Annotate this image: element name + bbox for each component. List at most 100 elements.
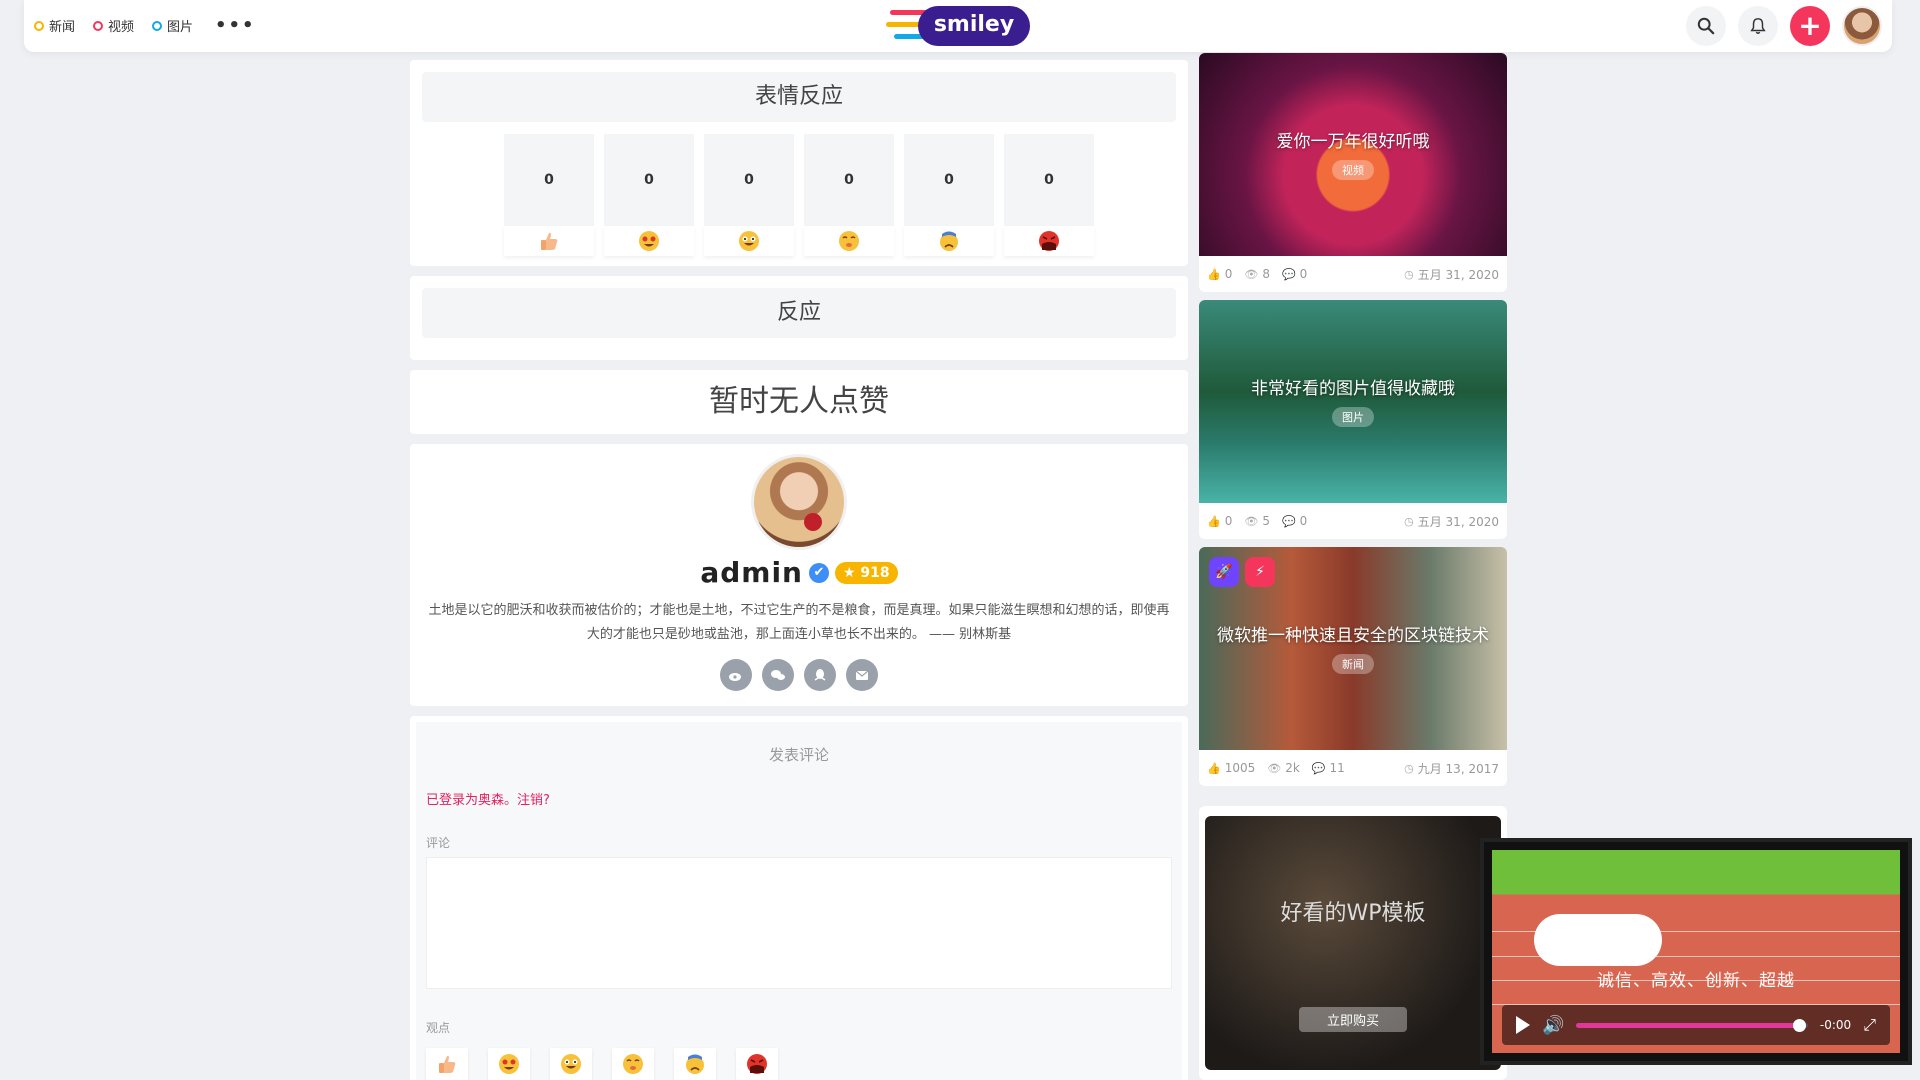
nav-item-video[interactable]: 视频 bbox=[93, 16, 134, 35]
sidebar-post-2[interactable]: 非常好看的图片值得收藏哦 图片 👍 0 👁 5 💬 0 ◷ 五月 31, 2020 bbox=[1199, 300, 1507, 539]
reaction-count: 0 bbox=[604, 134, 694, 226]
video-progress-bar[interactable] bbox=[1576, 1018, 1808, 1032]
author-avatar[interactable] bbox=[751, 454, 847, 550]
likes-meta: 👍 1005 bbox=[1207, 761, 1255, 775]
author-name[interactable]: admin bbox=[700, 556, 803, 589]
author-bio: 土地是以它的肥沃和收获而被估价的；才能也是土地，不过它生产的不是粮食，而是真理。… bbox=[428, 603, 1170, 642]
comments-count: 0 bbox=[1299, 267, 1308, 281]
notification-button[interactable] bbox=[1738, 6, 1778, 46]
ad-banner[interactable]: 好看的WP模板 立即购买 bbox=[1205, 816, 1501, 1070]
opinion-love[interactable]: 酷爱 bbox=[488, 1048, 530, 1080]
thumb-up-icon: 👍 bbox=[1207, 761, 1221, 775]
reaction-wow[interactable]: 0 bbox=[804, 134, 894, 256]
comments-count: 11 bbox=[1329, 761, 1345, 775]
author-name-row: admin ✔ ★ 918 bbox=[410, 556, 1188, 589]
views-meta: 👁 8 bbox=[1244, 267, 1270, 281]
post-title: 非常好看的图片值得收藏哦 bbox=[1251, 378, 1455, 399]
sad-icon bbox=[686, 1054, 704, 1074]
clock-icon: ◷ bbox=[1404, 267, 1414, 281]
reaction-angry[interactable]: 0 bbox=[1004, 134, 1094, 256]
sidebar-ad: 好看的WP模板 立即购买 bbox=[1199, 806, 1507, 1080]
play-icon[interactable] bbox=[1516, 1016, 1530, 1034]
no-likes-card: 暂时无人点赞 bbox=[410, 370, 1188, 434]
social-links bbox=[410, 659, 1188, 691]
qq-icon bbox=[814, 669, 826, 681]
nav-item-image[interactable]: 图片 bbox=[152, 16, 193, 35]
post-thumbnail: 非常好看的图片值得收藏哦 图片 bbox=[1199, 300, 1507, 503]
likes-meta: 👍 0 bbox=[1207, 267, 1232, 281]
comment-form: 发表评论 已登录为奥森。注销? 评论 观点 喜欢 酷爱 哈哈 哇哩 bbox=[416, 722, 1182, 1080]
reaction-thumb-up[interactable]: 0 bbox=[504, 134, 594, 256]
weibo-button[interactable] bbox=[720, 659, 752, 691]
email-icon bbox=[855, 670, 869, 680]
eye-icon: 👁 bbox=[1244, 514, 1259, 528]
site-logo[interactable]: smiley bbox=[886, 2, 1046, 50]
likes-count: 0 bbox=[1224, 267, 1233, 281]
thumb-up-icon bbox=[439, 1055, 456, 1073]
comment-icon: 💬 bbox=[1311, 761, 1326, 775]
wow-icon bbox=[839, 231, 859, 251]
logo-text: smiley bbox=[918, 6, 1030, 46]
comment-textarea[interactable] bbox=[426, 857, 1172, 989]
reaction-sad[interactable]: 0 bbox=[904, 134, 994, 256]
comment-title: 发表评论 bbox=[768, 746, 829, 764]
post-date: 五月 31, 2020 bbox=[1417, 514, 1499, 529]
post-category: 新闻 bbox=[1332, 653, 1374, 674]
ad-title: 好看的WP模板 bbox=[1280, 900, 1426, 926]
opinion-wow[interactable]: 哇哩 bbox=[612, 1048, 654, 1080]
views-count: 2k bbox=[1285, 761, 1300, 775]
reaction-count: 0 bbox=[804, 134, 894, 226]
nav-dot-icon bbox=[93, 20, 104, 31]
post-date: 九月 13, 2017 bbox=[1417, 761, 1499, 776]
opinion-sad[interactable]: 难过 bbox=[674, 1048, 716, 1080]
comments-meta: 💬 0 bbox=[1282, 514, 1307, 528]
nav-item-news[interactable]: 新闻 bbox=[34, 16, 75, 35]
user-avatar[interactable] bbox=[1842, 6, 1882, 46]
buy-now-button[interactable]: 立即购买 bbox=[1298, 1006, 1407, 1032]
logged-in-text[interactable]: 已登录为奥森。 bbox=[426, 793, 517, 808]
clock-icon: ◷ bbox=[1404, 514, 1414, 528]
thumb-up-icon: 👍 bbox=[1207, 267, 1221, 281]
reaction-emoji-slot bbox=[904, 226, 994, 256]
sidebar-post-1[interactable]: 爱你一万年很好听哦 视频 👍 0 👁 8 💬 0 ◷ 五月 31, 2020 bbox=[1199, 53, 1507, 292]
logo-streak bbox=[886, 22, 922, 27]
reaction-heart-eyes[interactable]: 0 bbox=[604, 134, 694, 256]
qq-button[interactable] bbox=[804, 659, 836, 691]
post-title: 微软推一种快速且安全的区块链技术 bbox=[1217, 625, 1489, 646]
logout-link[interactable]: 注销? bbox=[517, 793, 550, 808]
floating-video-player[interactable]: 诚信、高效、创新、超越 🔊 -0:00 ⤢ bbox=[1480, 838, 1912, 1065]
reaction-count: 0 bbox=[904, 134, 994, 226]
angry-icon bbox=[747, 1054, 767, 1074]
heart-eyes-icon bbox=[639, 231, 659, 251]
nav-dot-icon bbox=[34, 20, 44, 31]
more-menu-icon[interactable]: ••• bbox=[215, 16, 256, 35]
fullscreen-icon[interactable]: ⤢ bbox=[1863, 1015, 1876, 1035]
date-meta: ◷ 五月 31, 2020 bbox=[1404, 266, 1499, 283]
search-button[interactable] bbox=[1686, 6, 1726, 46]
add-post-button[interactable]: + bbox=[1790, 6, 1830, 46]
email-button[interactable] bbox=[846, 659, 878, 691]
wechat-button[interactable] bbox=[762, 659, 794, 691]
views-count: 8 bbox=[1262, 267, 1270, 281]
top-nav: 新闻 视频 图片 ••• bbox=[34, 16, 256, 35]
reactions-list: 0 0 0 0 0 0 bbox=[410, 134, 1188, 256]
top-header: 新闻 视频 图片 ••• smiley + bbox=[24, 0, 1892, 52]
volume-icon[interactable]: 🔊 bbox=[1542, 1015, 1564, 1036]
eye-icon: 👁 bbox=[1244, 267, 1259, 281]
opinion-like[interactable]: 喜欢 bbox=[426, 1048, 468, 1080]
points-badge: ★ 918 bbox=[835, 561, 898, 584]
reaction-laugh[interactable]: 0 bbox=[704, 134, 794, 256]
video-progress-fill bbox=[1576, 1022, 1799, 1028]
thumb-up-icon: 👍 bbox=[1207, 514, 1221, 528]
reaction-emoji-slot bbox=[1004, 226, 1094, 256]
likes-meta: 👍 0 bbox=[1207, 514, 1232, 528]
opinion-angry[interactable]: 生气 bbox=[736, 1048, 778, 1080]
video-time: -0:00 bbox=[1819, 1018, 1852, 1032]
opinion-haha[interactable]: 哈哈 bbox=[550, 1048, 592, 1080]
reaction-emoji-slot bbox=[604, 226, 694, 256]
heart-eyes-icon bbox=[499, 1054, 519, 1074]
sidebar-post-3[interactable]: 🚀 ⚡ 微软推一种快速且安全的区块链技术 新闻 👍 1005 👁 2k 💬 11 ◷ 九… bbox=[1199, 547, 1507, 786]
sad-icon bbox=[940, 231, 958, 251]
video-progress-knob[interactable] bbox=[1792, 1018, 1806, 1032]
rocket-icon: 🚀 bbox=[1209, 557, 1239, 587]
